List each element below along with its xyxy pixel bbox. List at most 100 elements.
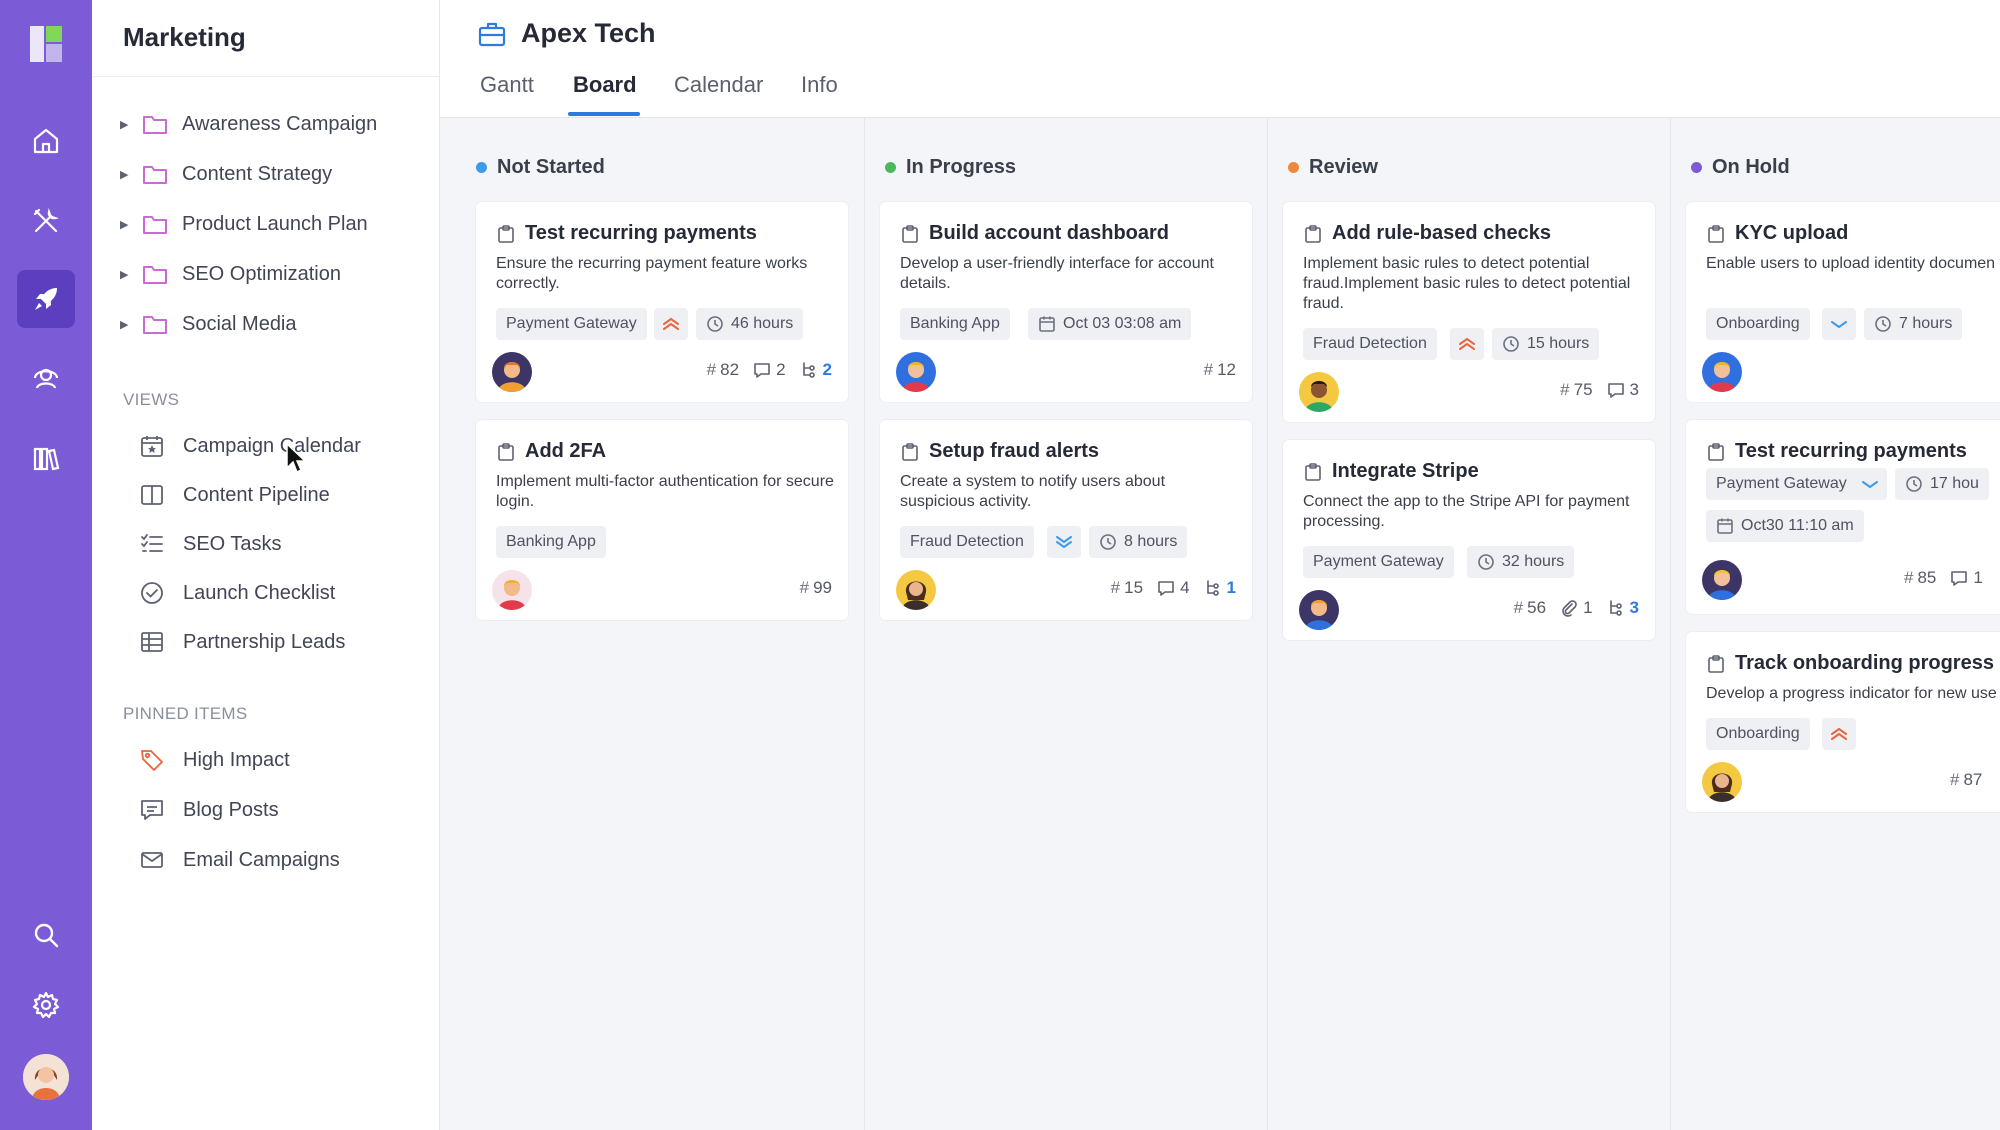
task-card[interactable]: Test recurring payments Ensure the recur… — [476, 202, 848, 402]
card-title-text: Add rule-based checks — [1332, 222, 1551, 244]
due-date-chip[interactable]: Oct30 11:10 am — [1706, 510, 1864, 542]
tag-chip[interactable]: Fraud Detection — [1303, 328, 1437, 360]
tag-chip[interactable]: Banking App — [900, 308, 1010, 340]
user-avatar[interactable] — [23, 1054, 69, 1100]
rail-tools-button[interactable] — [17, 192, 75, 250]
subtask-count[interactable]: 1 — [1204, 578, 1236, 598]
task-card[interactable]: Add rule-based checks Implement basic ru… — [1283, 202, 1655, 422]
assignee-avatar[interactable] — [896, 352, 936, 392]
comment-count[interactable]: 3 — [1607, 380, 1639, 400]
sidebar-folder-content-strategy[interactable]: ▶ Content Strategy — [120, 157, 332, 191]
sidebar-folder-awareness-campaign[interactable]: ▶ Awareness Campaign — [120, 107, 377, 141]
attachment-count[interactable]: 1 — [1560, 598, 1593, 618]
sidebar-folder-product-launch-plan[interactable]: ▶ Product Launch Plan — [120, 207, 368, 241]
tag-chip[interactable]: Onboarding — [1706, 308, 1810, 340]
tab-gantt[interactable]: Gantt — [480, 72, 534, 118]
tag-chip[interactable]: Payment Gateway — [1706, 468, 1857, 500]
task-card[interactable]: KYC upload Enable users to upload identi… — [1686, 202, 2000, 402]
comment-icon — [754, 363, 770, 378]
check-circle-icon — [141, 582, 163, 604]
subtask-count[interactable]: 2 — [800, 360, 832, 380]
comment-count[interactable]: 1 — [1950, 568, 1983, 588]
caret-right-icon[interactable]: ▶ — [120, 168, 132, 181]
task-card[interactable]: Test recurring payments Payment Gateway … — [1686, 420, 2000, 614]
rail-settings-button[interactable] — [17, 976, 75, 1034]
card-meta: # 12 — [1204, 360, 1236, 380]
rail-contacts-button[interactable] — [17, 350, 75, 408]
board-column-in-progress: In Progress Build account dashboard Deve… — [865, 118, 1268, 1130]
view-label: Content Pipeline — [183, 483, 330, 506]
pinned-high-impact[interactable]: High Impact — [139, 742, 290, 778]
assignee-avatar[interactable] — [1702, 352, 1742, 392]
task-card[interactable]: Setup fraud alerts Create a system to no… — [880, 420, 1252, 620]
sidebar-folder-social-media[interactable]: ▶ Social Media — [120, 307, 297, 341]
comment-count[interactable]: 2 — [753, 360, 786, 380]
assignee-avatar-icon — [1702, 560, 1742, 600]
caret-right-icon[interactable]: ▶ — [120, 268, 132, 281]
sidebar-folder-seo-optimization[interactable]: ▶ SEO Optimization — [120, 257, 341, 291]
view-campaign-calendar[interactable]: Campaign Calendar — [139, 428, 361, 464]
comment-count[interactable]: 4 — [1157, 578, 1190, 598]
clipboard-icon — [1708, 224, 1724, 243]
caret-right-icon[interactable]: ▶ — [120, 118, 132, 131]
estimate-chip[interactable]: 46 hours — [696, 308, 804, 340]
estimate-chip[interactable]: 15 hours — [1492, 328, 1600, 360]
tag-chip[interactable]: Fraud Detection — [900, 526, 1034, 558]
estimate-chip[interactable]: 8 hours — [1089, 526, 1188, 558]
card-meta: # 56 1 3 — [1514, 598, 1639, 618]
comment-count-text: 4 — [1180, 578, 1190, 597]
board-columns-icon — [141, 485, 163, 505]
rail-home-button[interactable] — [17, 112, 75, 170]
priority-low-icon — [1862, 481, 1878, 489]
subtask-count-text: 2 — [822, 360, 832, 379]
tab-info[interactable]: Info — [801, 72, 838, 118]
view-partnership-leads[interactable]: Partnership Leads — [139, 624, 345, 660]
assignee-avatar[interactable] — [1702, 560, 1742, 600]
subtask-icon — [1206, 580, 1219, 596]
card-description: Enable users to upload identity documen … — [1706, 255, 2000, 272]
assignee-avatar[interactable] — [1299, 372, 1339, 412]
task-card[interactable]: Integrate Stripe Connect the app to the … — [1283, 440, 1655, 640]
gear-icon — [32, 991, 60, 1019]
pinned-label: Email Campaigns — [183, 848, 340, 871]
caret-right-icon[interactable]: ▶ — [120, 218, 132, 231]
view-seo-tasks[interactable]: SEO Tasks — [139, 526, 282, 562]
folder-icon — [143, 116, 167, 134]
priority-low-badge[interactable] — [1853, 468, 1887, 500]
caret-right-icon[interactable]: ▶ — [120, 318, 132, 331]
rail-search-button[interactable] — [17, 906, 75, 964]
estimate-chip[interactable]: 17 hou — [1895, 468, 1989, 500]
task-card[interactable]: Add 2FA Implement multi-factor authentic… — [476, 420, 848, 620]
assignee-avatar[interactable] — [1702, 762, 1742, 802]
app-logo-icon[interactable] — [30, 26, 62, 62]
rail-library-button[interactable] — [17, 430, 75, 488]
tab-calendar[interactable]: Calendar — [674, 72, 763, 118]
pinned-blog-posts[interactable]: Blog Posts — [139, 792, 279, 828]
view-launch-checklist[interactable]: Launch Checklist — [139, 575, 335, 611]
task-card[interactable]: Track onboarding progress Develop a prog… — [1686, 632, 2000, 812]
priority-high-badge[interactable] — [1450, 328, 1484, 360]
tag-chip[interactable]: Payment Gateway — [1303, 546, 1454, 578]
tag-chip[interactable]: Payment Gateway — [496, 308, 647, 340]
assignee-avatar[interactable] — [896, 570, 936, 610]
priority-high-badge[interactable] — [654, 308, 688, 340]
subtask-count[interactable]: 3 — [1607, 598, 1639, 618]
view-label: Partnership Leads — [183, 630, 346, 653]
folder-icon — [143, 216, 167, 234]
estimate-chip[interactable]: 7 hours — [1864, 308, 1963, 340]
view-content-pipeline[interactable]: Content Pipeline — [139, 477, 330, 513]
assignee-avatar[interactable] — [492, 352, 532, 392]
priority-low-badge[interactable] — [1822, 308, 1856, 340]
estimate-chip[interactable]: 32 hours — [1467, 546, 1575, 578]
folder-icon — [143, 266, 167, 284]
pinned-email-campaigns[interactable]: Email Campaigns — [139, 842, 340, 878]
priority-low-badge[interactable] — [1047, 526, 1081, 558]
tag-chip[interactable]: Banking App — [496, 526, 606, 558]
tag-chip[interactable]: Onboarding — [1706, 718, 1810, 750]
due-date-chip[interactable]: Oct 03 03:08 am — [1028, 308, 1192, 340]
rail-projects-button[interactable] — [17, 270, 75, 328]
priority-high-badge[interactable] — [1822, 718, 1856, 750]
assignee-avatar[interactable] — [1299, 590, 1339, 630]
assignee-avatar[interactable] — [492, 570, 532, 610]
task-card[interactable]: Build account dashboard Develop a user-f… — [880, 202, 1252, 402]
